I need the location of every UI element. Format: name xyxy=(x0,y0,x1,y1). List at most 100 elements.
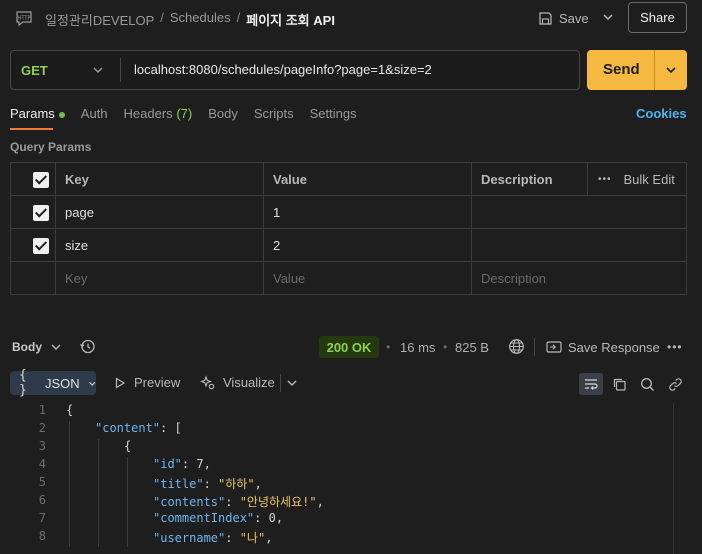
active-tab-indicator xyxy=(10,128,53,130)
key-column-header: Key xyxy=(56,163,264,196)
http-icon: HTTP xyxy=(14,8,34,28)
braces-icon: { } xyxy=(19,368,27,398)
value-column-header: Value xyxy=(264,163,472,196)
save-button[interactable]: Save xyxy=(538,6,589,30)
query-params-title: Query Params xyxy=(10,140,92,154)
response-body-selector[interactable]: Body xyxy=(12,340,42,354)
line-number: 5 xyxy=(38,475,46,489)
meta-separator: • xyxy=(386,340,391,354)
select-all-cell xyxy=(11,163,56,196)
bulk-edit-label: Bulk Edit xyxy=(623,172,675,187)
param-description[interactable] xyxy=(472,196,686,229)
code-line: 5 "title": "하하", xyxy=(0,475,680,493)
empty-checkbox-cell xyxy=(11,262,56,295)
format-json-select[interactable]: { } JSON xyxy=(10,368,96,398)
line-number: 6 xyxy=(38,493,46,507)
response-body-chevron-down-icon[interactable] xyxy=(50,341,62,353)
param-key[interactable]: size xyxy=(56,229,264,262)
table-row: page 1 xyxy=(11,196,686,229)
code-line: 4 "id": 7, xyxy=(0,457,680,475)
table-header-row: Key Value Description ••• Bulk Edit xyxy=(11,163,686,196)
history-icon[interactable] xyxy=(79,338,96,355)
url-divider xyxy=(120,58,121,82)
link-icon[interactable] xyxy=(663,373,687,395)
search-icon[interactable] xyxy=(635,373,659,395)
request-tabs: Params Auth Headers (7) Body Scripts Set… xyxy=(10,106,373,121)
url-input[interactable]: localhost:8080/schedules/pageInfo?page=1… xyxy=(134,62,432,77)
preview-label: Preview xyxy=(134,375,181,390)
tab-auth[interactable]: Auth xyxy=(81,106,108,121)
breadcrumb-folder[interactable]: Schedules xyxy=(170,10,231,29)
line-number: 1 xyxy=(38,403,46,417)
code-text: { xyxy=(124,439,132,453)
send-chevron-down-icon[interactable] xyxy=(664,63,678,77)
code-text: "content": [ xyxy=(95,421,182,435)
visualize-chevron-down-icon[interactable] xyxy=(286,377,298,389)
indent-guide xyxy=(98,439,99,547)
breadcrumb-separator: / xyxy=(236,10,241,25)
breadcrumb-separator: / xyxy=(160,10,164,25)
send-divider xyxy=(654,50,655,90)
new-description-input[interactable]: Description xyxy=(472,262,686,295)
code-line: 8 "username": "나", xyxy=(0,529,680,547)
toolbar-divider xyxy=(280,374,281,392)
tab-headers-label: Headers xyxy=(123,106,173,121)
method-chevron-down-icon[interactable] xyxy=(92,64,104,76)
meta-separator: • xyxy=(443,340,448,354)
save-chevron-down-icon[interactable] xyxy=(601,10,615,24)
param-value[interactable]: 1 xyxy=(264,196,472,229)
more-options-icon[interactable]: ••• xyxy=(667,340,683,354)
play-icon xyxy=(115,376,126,389)
line-number: 8 xyxy=(38,529,46,543)
query-params-table: Key Value Description ••• Bulk Edit page… xyxy=(10,162,687,295)
share-button[interactable]: Share xyxy=(628,2,687,33)
new-key-input[interactable]: Key xyxy=(56,262,264,295)
wrap-lines-icon[interactable] xyxy=(579,373,603,395)
param-value[interactable]: 2 xyxy=(264,229,472,262)
request-name[interactable]: 페이지 조회 API xyxy=(246,10,335,29)
code-line: 3{ xyxy=(0,439,680,457)
save-label: Save xyxy=(559,10,589,26)
tab-settings[interactable]: Settings xyxy=(310,106,357,121)
visualize-label: Visualize xyxy=(223,375,275,390)
code-text: "username": "나", xyxy=(153,531,273,545)
cookies-link[interactable]: Cookies xyxy=(636,106,687,121)
breadcrumb-collection[interactable]: 일정관리DEVELOP xyxy=(45,10,154,29)
tab-headers[interactable]: Headers (7) xyxy=(124,106,193,121)
method-select[interactable]: GET xyxy=(21,63,48,78)
code-line: 2 "content": [ xyxy=(0,421,680,439)
svg-text:HTTP: HTTP xyxy=(18,16,31,22)
row-checkbox[interactable] xyxy=(33,204,49,221)
code-text: "contents": "안녕하세요!", xyxy=(153,495,324,509)
code-text: "commentIndex": 0, xyxy=(153,511,284,525)
response-time: 16 ms xyxy=(400,340,436,355)
code-line: 6 "contents": "안녕하세요!", xyxy=(0,493,680,511)
tab-scripts[interactable]: Scripts xyxy=(254,106,294,121)
send-label: Send xyxy=(603,61,640,78)
select-all-checkbox[interactable] xyxy=(33,171,49,188)
copy-icon[interactable] xyxy=(607,373,631,395)
save-response-button[interactable]: Save Response xyxy=(568,340,660,355)
bulk-edit-button[interactable]: ••• Bulk Edit xyxy=(598,172,675,187)
param-description[interactable] xyxy=(472,229,686,262)
save-icon xyxy=(539,11,552,25)
code-text: "id": 7, xyxy=(153,457,211,471)
table-row: size 2 xyxy=(11,229,686,262)
breadcrumb: 일정관리DEVELOP / Schedules / 페이지 조회 API xyxy=(45,10,335,29)
new-value-input[interactable]: Value xyxy=(264,262,472,295)
code-line: 7 "commentIndex": 0, xyxy=(0,511,680,529)
new-param-row: Key Value Description xyxy=(11,262,686,295)
preview-tab[interactable]: Preview xyxy=(114,375,180,390)
sparkle-icon xyxy=(200,375,215,390)
code-line: 1{ xyxy=(0,403,680,421)
tab-params-label: Params xyxy=(10,106,55,121)
bulk-edit-cell: ••• Bulk Edit xyxy=(588,163,686,196)
more-horizontal-icon: ••• xyxy=(598,174,612,185)
tab-params[interactable]: Params xyxy=(10,106,65,121)
tab-body[interactable]: Body xyxy=(208,106,238,121)
param-key[interactable]: page xyxy=(56,196,264,229)
globe-icon[interactable] xyxy=(508,338,525,355)
scrollbar-track[interactable] xyxy=(673,403,674,554)
row-checkbox[interactable] xyxy=(33,237,49,254)
visualize-tab[interactable]: Visualize xyxy=(200,375,275,390)
